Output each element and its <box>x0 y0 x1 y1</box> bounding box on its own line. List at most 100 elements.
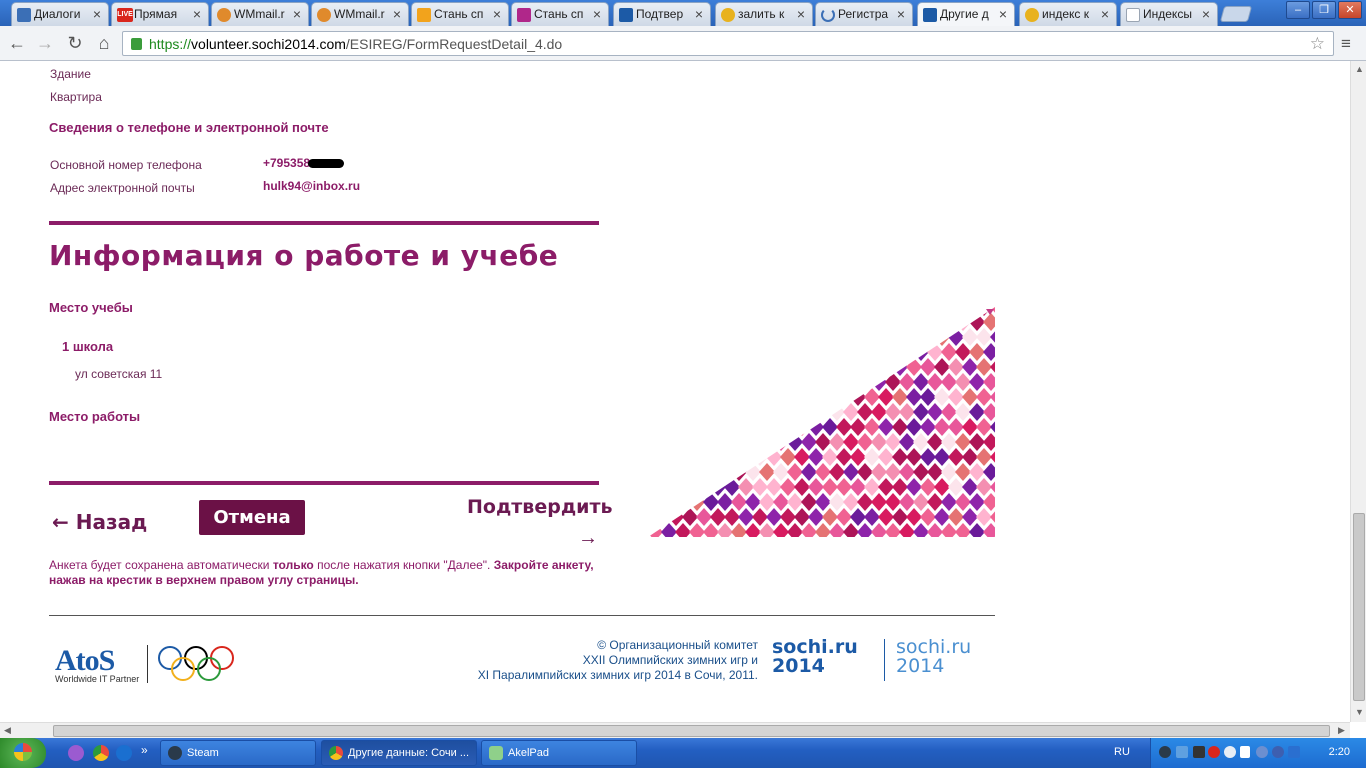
start-button[interactable] <box>0 738 46 768</box>
scroll-up-icon[interactable]: ▲ <box>1355 64 1364 74</box>
patch-tile <box>864 307 880 316</box>
cancel-button[interactable]: Отмена <box>199 500 305 535</box>
patch-tile <box>892 307 908 316</box>
quicklaunch-overflow-icon[interactable]: » <box>141 743 148 757</box>
monitor-tray-icon[interactable] <box>1193 746 1205 758</box>
patch-tile <box>815 373 831 391</box>
patch-tile <box>843 463 859 481</box>
patch-tile <box>766 328 782 346</box>
tab-close-icon[interactable]: × <box>293 6 301 22</box>
browser-tab[interactable]: Диалоги × <box>11 2 109 26</box>
taskbar-button-akelpad[interactable]: AkelPad <box>481 740 637 766</box>
patch-tile <box>941 403 957 421</box>
network-tray-icon[interactable] <box>1176 746 1188 758</box>
tab-close-icon[interactable]: × <box>493 6 501 22</box>
tab-close-icon[interactable]: × <box>393 6 401 22</box>
scroll-left-icon[interactable]: ◀ <box>4 725 11 736</box>
chrome-menu-icon[interactable]: ≡ <box>1341 34 1351 54</box>
back-button[interactable]: ← Назад <box>52 510 147 534</box>
patch-tile <box>738 358 754 376</box>
page-title: Информация о работе и учебе <box>49 239 559 272</box>
vertical-scroll-thumb[interactable] <box>1353 513 1365 701</box>
confirm-arrow-icon[interactable]: → <box>578 527 598 550</box>
restore-icon[interactable]: ❐ <box>1312 1 1336 19</box>
browser-tab[interactable]: Индексы × <box>1120 2 1218 26</box>
patch-tile <box>899 463 915 481</box>
browser-tab[interactable]: Стань сп × <box>411 2 509 26</box>
bookmark-star-icon[interactable]: ☆ <box>1310 34 1325 54</box>
sochi-paralympic-logo: sochi.ru 2014 <box>896 638 971 676</box>
patch-tile <box>829 493 845 511</box>
address-bar[interactable]: https://volunteer.sochi2014.com/ESIREG/F… <box>122 31 1334 56</box>
copyright-text: © Организационный комитет XXII Олимпийск… <box>440 638 758 683</box>
browser-tab[interactable]: Подтвер × <box>613 2 711 26</box>
patch-tile <box>682 358 698 376</box>
reload-icon[interactable]: ↻ <box>64 32 86 54</box>
antivirus-tray-icon[interactable] <box>1208 746 1220 758</box>
ie-quicklaunch-icon[interactable] <box>116 745 132 761</box>
patch-tile <box>871 463 887 481</box>
language-indicator[interactable]: RU <box>1114 746 1130 758</box>
browser-tab[interactable]: индекс к × <box>1019 2 1117 26</box>
url-scheme: https:// <box>149 36 192 52</box>
system-clock[interactable]: 2:20 <box>1329 746 1350 758</box>
chrome-quicklaunch-icon[interactable] <box>93 745 109 761</box>
tab-close-icon[interactable]: × <box>797 6 805 22</box>
browser-tab[interactable]: Стань сп × <box>511 2 609 26</box>
patch-tile <box>675 433 691 451</box>
patch-tile <box>689 373 705 391</box>
tab-close-icon[interactable]: × <box>897 6 905 22</box>
browser-tab-active[interactable]: Другие д × <box>917 2 1015 26</box>
patch-tile <box>871 493 887 511</box>
browser-tab[interactable]: LIVE Прямая × <box>111 2 209 26</box>
tab-close-icon[interactable]: × <box>1101 6 1109 22</box>
patch-tile <box>759 403 775 421</box>
new-tab-button[interactable] <box>1219 6 1253 22</box>
back-arrow-icon[interactable]: ← <box>6 32 28 54</box>
patch-tile <box>920 448 936 466</box>
patch-tile <box>850 328 866 346</box>
apartment-label: Квартира <box>50 90 102 104</box>
quicklaunch-icon[interactable] <box>68 745 84 761</box>
tray-app-icon[interactable] <box>1288 746 1300 758</box>
taskbar-button-steam[interactable]: Steam <box>160 740 316 766</box>
scroll-right-icon[interactable]: ▶ <box>1338 725 1345 736</box>
patch-tile <box>843 373 859 391</box>
update-tray-icon[interactable] <box>1224 746 1236 758</box>
browser-tab[interactable]: Регистра × <box>815 2 913 26</box>
horizontal-scroll-thumb[interactable] <box>53 725 1330 737</box>
tab-close-icon[interactable]: × <box>999 6 1007 22</box>
patch-tile <box>682 508 698 526</box>
patch-tile <box>724 307 740 316</box>
patch-tile <box>899 433 915 451</box>
patch-tile <box>668 478 684 496</box>
taskbar-button-chrome[interactable]: Другие данные: Сочи ... <box>321 740 477 766</box>
bluetooth-tray-icon[interactable] <box>1272 746 1284 758</box>
tab-close-icon[interactable]: × <box>593 6 601 22</box>
patch-tile <box>808 358 824 376</box>
patch-tile <box>654 307 670 316</box>
volume-tray-icon[interactable] <box>1240 746 1250 758</box>
forward-arrow-icon[interactable]: → <box>34 32 56 54</box>
close-window-icon[interactable]: ✕ <box>1338 1 1362 19</box>
tab-close-icon[interactable]: × <box>695 6 703 22</box>
tab-close-icon[interactable]: × <box>1202 6 1210 22</box>
tab-close-icon[interactable]: × <box>193 6 201 22</box>
patch-tile <box>661 463 677 481</box>
patch-tile <box>703 403 719 421</box>
sync-tray-icon[interactable] <box>1256 746 1268 758</box>
patch-tile <box>668 307 684 316</box>
patch-tile <box>648 448 656 466</box>
browser-tab[interactable]: WMmail.r × <box>211 2 309 26</box>
minimize-icon[interactable]: – <box>1286 1 1310 19</box>
tab-close-icon[interactable]: × <box>93 6 101 22</box>
steam-tray-icon[interactable] <box>1159 746 1171 758</box>
patch-tile <box>648 418 656 436</box>
confirm-button[interactable]: Подтвердить <box>467 496 613 518</box>
horizontal-scrollbar[interactable]: ◀ ▶ <box>0 722 1350 738</box>
home-icon[interactable]: ⌂ <box>93 32 115 54</box>
browser-tab[interactable]: залить к × <box>715 2 813 26</box>
scroll-down-icon[interactable]: ▼ <box>1355 707 1364 717</box>
browser-tab[interactable]: WMmail.r × <box>311 2 409 26</box>
vertical-scrollbar[interactable]: ▲ ▼ <box>1350 61 1366 722</box>
